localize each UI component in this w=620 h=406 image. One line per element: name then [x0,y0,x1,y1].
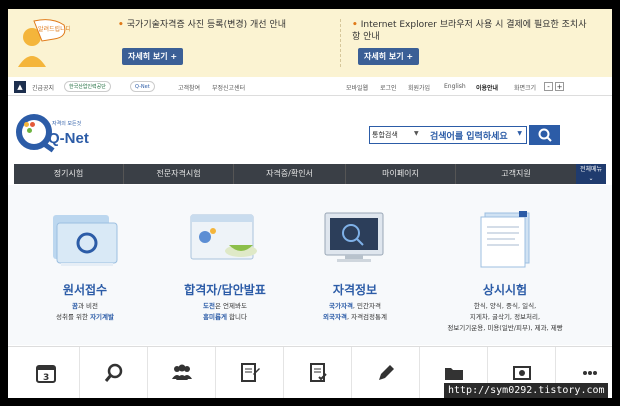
announcement-browser-icon [190,214,257,260]
util-link-guide[interactable]: 이용안내 [476,83,498,92]
checklist-icon [309,363,327,382]
svg-text:3: 3 [43,373,49,383]
quick-users[interactable] [148,347,216,398]
quick-calendar[interactable]: 3 [12,347,80,398]
qnet-logo[interactable]: 자격의 모든것 Q-Net [16,110,96,154]
certificate-icon [512,366,531,380]
search-icon [538,128,552,142]
search-box[interactable]: 통합검색 ▼ 검색어를 입력하세요 ▼ [369,126,527,144]
search-button[interactable] [529,125,560,145]
alert-banner: 알려드립니다~ •국가기술자격증 사진 등록(변경) 개선 안내 자세히 보기 … [8,9,612,77]
card-title: 합격자/답안발표 [184,283,266,297]
logo-text: Q-Net [48,130,89,147]
tab-support[interactable]: 고객지원 [456,164,576,184]
card-description: 꿈과 비전 성취를 위한 자기계발 [56,302,114,321]
util-link-screen-size: 화면크기 [514,85,537,92]
zoom-in-button[interactable]: + [555,82,564,91]
all-menu-button[interactable]: 전체메뉴 ⌄ [576,164,606,184]
util-link-english[interactable]: English [444,83,466,90]
search-icon [104,363,122,382]
tab-certificate[interactable]: 자격증/확인서 [234,164,346,184]
browser-page: 알려드립니다~ •국가기술자격증 사진 등록(변경) 개선 안내 자세히 보기 … [8,9,612,398]
chevron-down-icon: ⌄ [588,175,594,182]
chevron-down-icon: ▼ [414,130,419,137]
alert-item-ie[interactable]: • Internet Explorer 브라우저 사용 시 결제에 필요한 조치사… [352,19,592,43]
document-edit-icon [240,363,260,382]
collapse-up-icon[interactable]: ▲ [14,81,26,93]
util-link-login[interactable]: 로그인 [380,83,397,92]
blog-watermark: http://sym0292.tistory.com [444,383,608,398]
alert-character-text: 알려드립니다~ [38,25,70,33]
logo-tagline: 자격의 모든것 [52,121,82,127]
tab-mypage[interactable]: 마이페이지 [346,164,456,184]
calendar-icon: 3 [35,365,56,383]
search-scope-select[interactable]: 통합검색 [372,130,398,140]
regular-exam-document-icon [480,211,530,268]
zoom-out-button[interactable]: - [544,82,553,91]
util-link-signup[interactable]: 회원가입 [408,83,430,92]
pencil-icon [378,365,394,380]
more-button[interactable]: 자세히 보기 + [358,48,420,65]
quick-pencil[interactable] [352,347,420,398]
main-nav: 정기시험 전문자격시험 자격증/확인서 마이페이지 고객지원 전체메뉴 ⌄ [14,164,606,184]
qualification-monitor-icon [324,212,384,262]
folder-icon [444,368,463,380]
quick-search[interactable] [80,347,148,398]
alert-item-photo[interactable]: • 국가기술자격증 사진 등록(변경) 개선 안내 [118,19,328,31]
logo-dots [24,122,36,134]
users-icon [171,364,192,380]
tab-professional-exam[interactable]: 전문자격시험 [124,164,234,184]
util-link-participation[interactable]: 고객참여 [178,83,200,92]
card-title: 자격정보 [332,283,378,297]
all-menu-label: 전체메뉴 [579,166,603,173]
application-folder-icon [53,215,118,266]
more-button[interactable]: 자세히 보기 + [122,48,184,65]
main-content: 원서접수 꿈과 비전 성취를 위한 자기계발 합격자/답안발표 도전은 언제봐도… [8,185,612,345]
other-icon [583,371,597,375]
card-description: 국가자격, 민간자격 외국자격, 자격검정통계 [323,302,387,321]
search-input[interactable]: 검색어를 입력하세요 [430,129,508,142]
card-title: 원서접수 [62,283,108,297]
util-link-urgent[interactable]: 긴급공지 [32,83,54,92]
alert-character-icon: 알려드립니다~ [18,19,70,67]
qnet-logo-link[interactable]: Q-Net [130,81,155,92]
util-link-mobile[interactable]: 모바일웹 [346,83,368,92]
hrdk-logo-link[interactable]: 한국산업인력공단 [64,81,111,92]
util-link-report[interactable]: 부정신고센터 [212,83,245,92]
chevron-down-icon: ▼ [517,130,522,137]
alert-divider [340,19,341,67]
card-title: 상시시험 [482,283,528,297]
quick-document-edit[interactable] [216,347,284,398]
card-description: 한식, 양식, 중식, 일식, 지게차, 굴삭기, 정보처리, 정보기기운용, … [447,302,563,332]
utility-bar: ▲ 긴급공지 한국산업인력공단 Q-Net 고객참여 부정신고센터 모바일웹 로… [8,78,612,96]
card-description: 도전은 언제봐도 흥미롭게 합니다 [203,302,247,321]
tab-regular-exam[interactable]: 정기시험 [14,164,124,184]
quick-checklist[interactable] [284,347,352,398]
